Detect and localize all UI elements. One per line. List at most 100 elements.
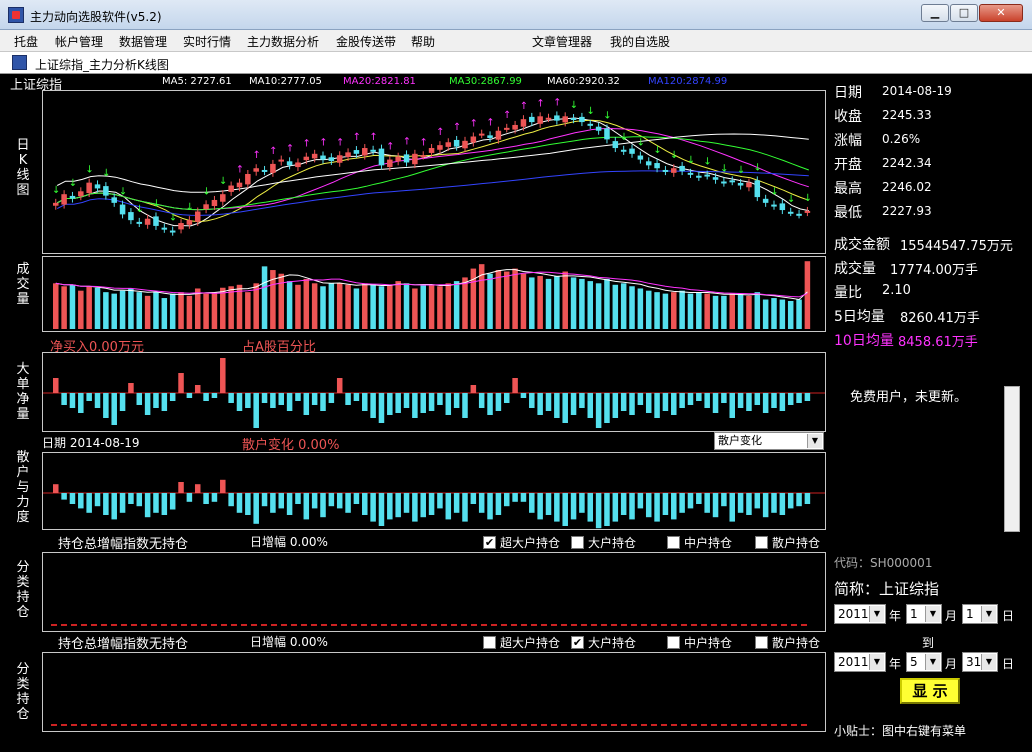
checkbox-super-1[interactable]: ✔ bbox=[483, 536, 496, 549]
net-bar bbox=[111, 493, 117, 520]
stat-key-0: 成交金额 bbox=[834, 237, 890, 253]
to-month-select[interactable]: 5 ▼ bbox=[906, 652, 942, 672]
net-bar bbox=[203, 493, 209, 504]
net-bar bbox=[721, 393, 727, 403]
menu-article-manager[interactable]: 文章管理器 bbox=[532, 33, 592, 50]
candle-body bbox=[595, 126, 602, 131]
chevron-down-icon: ▼ bbox=[981, 654, 996, 670]
volume-bar bbox=[428, 284, 435, 329]
ma60-label: MA60:2920.32 bbox=[547, 76, 620, 87]
volume-panel[interactable] bbox=[42, 256, 826, 332]
net-bar bbox=[529, 493, 535, 513]
from-month-select[interactable]: 1 ▼ bbox=[906, 604, 942, 624]
net-bar bbox=[453, 493, 460, 513]
volume-bar bbox=[620, 283, 627, 329]
volume-bar bbox=[403, 283, 410, 329]
net-bar bbox=[712, 393, 719, 413]
net-bar bbox=[362, 493, 368, 515]
signal-arrow: ↑ bbox=[286, 143, 294, 154]
net-bar bbox=[671, 493, 677, 520]
candle-body bbox=[771, 204, 777, 207]
show-button[interactable]: 显 示 bbox=[900, 678, 960, 704]
candle-body bbox=[629, 148, 635, 154]
candle-body bbox=[228, 185, 234, 192]
to-year-value: 2011 bbox=[838, 655, 869, 669]
signal-arrow: ↓ bbox=[169, 213, 177, 224]
menu-data[interactable]: 数据管理 bbox=[119, 33, 167, 50]
candle-body bbox=[295, 162, 301, 168]
signal-arrow: ↓ bbox=[85, 165, 93, 176]
retail-panel[interactable] bbox=[42, 452, 826, 530]
candle-body bbox=[520, 119, 527, 127]
menu-account[interactable]: 帐户管理 bbox=[55, 33, 103, 50]
hold2-panel[interactable] bbox=[42, 652, 826, 732]
net-bar bbox=[620, 393, 627, 411]
signal-arrow: ↓ bbox=[770, 187, 778, 198]
candle-body bbox=[144, 218, 151, 225]
to-day-unit: 日 bbox=[1002, 657, 1015, 671]
menu-gold-stock[interactable]: 金股传送带 bbox=[336, 33, 396, 50]
to-day-select[interactable]: 31 ▼ bbox=[962, 652, 998, 672]
candle-body bbox=[696, 175, 702, 178]
info-value-0: 2014-08-19 bbox=[882, 84, 952, 98]
net-bar bbox=[445, 393, 452, 415]
candle-body bbox=[320, 155, 326, 160]
hold1-baseline bbox=[51, 624, 807, 626]
checkbox-big-2[interactable]: ✔ bbox=[571, 636, 584, 649]
candle-body bbox=[437, 145, 443, 150]
net-bar bbox=[570, 493, 577, 520]
menu-realtime[interactable]: 实时行情 bbox=[183, 33, 231, 50]
chart-area[interactable]: 上证综指 MA5: 2727.61 MA10:2777.05 MA20:2821… bbox=[0, 74, 828, 750]
to-year-select[interactable]: 2011 ▼ bbox=[834, 652, 886, 672]
date-label: 日期 2014-08-19 bbox=[42, 436, 140, 450]
from-year-select[interactable]: 2011 ▼ bbox=[834, 604, 886, 624]
volume-bar bbox=[128, 288, 134, 329]
kline-chart: ↓ ↓ ↓ ↓ ↓ ↓ ↓ ↓ ↓ ↓ ↓ ↑ ↑ ↑ ↑ ↑ ↑ ↑ ↑ ↑ ↑ ↑ ↑ ↑ ↑ ↑ ↑ ↑ ↑ ↑ ↑ ↓ ↓ ↓ ↓ ↓ ↓ ↓ ↓ ↓… bbox=[52, 97, 812, 236]
hold1-panel[interactable] bbox=[42, 552, 826, 632]
kline-panel[interactable]: ↓ ↓ ↓ ↓ ↓ ↓ ↓ ↓ ↓ ↓ ↓ ↑ ↑ ↑ ↑ ↑ ↑ ↑ ↑ ↑ ↑ ↑ ↑ ↑ ↑ ↑ ↑ ↑ ↑ ↑ ↑ ↓ ↓ ↓ ↓ ↓ ↓ ↓ ↓ ↓… bbox=[42, 90, 826, 254]
candle-body bbox=[762, 198, 769, 203]
checkbox-super-2[interactable] bbox=[483, 636, 496, 649]
bignet-panel[interactable] bbox=[42, 352, 826, 432]
volume-bar bbox=[303, 278, 310, 329]
net-bar bbox=[161, 393, 168, 411]
checkbox-mid-2[interactable] bbox=[667, 636, 680, 649]
net-bar bbox=[796, 493, 802, 507]
signal-arrow: ↓ bbox=[787, 194, 795, 205]
candle-body bbox=[153, 216, 159, 226]
volume-bar bbox=[779, 299, 786, 329]
net-bar bbox=[520, 393, 527, 398]
menu-tray[interactable]: 托盘 bbox=[14, 33, 38, 50]
net-bar bbox=[128, 383, 134, 393]
minimize-button[interactable]: ▁ bbox=[921, 4, 949, 22]
menu-help[interactable]: 帮助 bbox=[411, 33, 435, 50]
volume-bar bbox=[328, 283, 335, 329]
candle-body bbox=[220, 194, 226, 202]
net-bar bbox=[136, 393, 143, 405]
net-bar bbox=[620, 493, 627, 515]
volume-bar bbox=[153, 292, 159, 329]
menu-analysis[interactable]: 主力数据分析 bbox=[247, 33, 319, 50]
net-bar bbox=[286, 393, 293, 411]
volume-bar bbox=[378, 286, 385, 329]
net-bar bbox=[303, 493, 310, 520]
net-bar bbox=[712, 493, 719, 518]
maximize-button[interactable]: □ bbox=[950, 4, 978, 22]
volume-bar bbox=[503, 271, 510, 329]
checkbox-mid-1[interactable] bbox=[667, 536, 680, 549]
close-button[interactable]: ✕ bbox=[979, 4, 1023, 22]
menu-watchlist[interactable]: 我的自选股 bbox=[610, 33, 670, 50]
checkbox-retail-1[interactable] bbox=[755, 536, 768, 549]
net-bar bbox=[487, 393, 493, 415]
volume-bar bbox=[220, 287, 226, 329]
from-day-select[interactable]: 1 ▼ bbox=[962, 604, 998, 624]
notice-scrollbar[interactable] bbox=[1004, 386, 1020, 532]
checkbox-retail-2[interactable] bbox=[755, 636, 768, 649]
retail-change-dropdown[interactable]: 散户变化 ▼ bbox=[714, 432, 824, 450]
net-bar bbox=[111, 393, 117, 425]
checkbox-big-1[interactable] bbox=[571, 536, 584, 549]
volume-bar bbox=[119, 290, 126, 329]
stat-value-3: 8260.41万手 bbox=[900, 311, 980, 326]
candle-body bbox=[178, 223, 184, 230]
net-bar bbox=[762, 393, 769, 413]
